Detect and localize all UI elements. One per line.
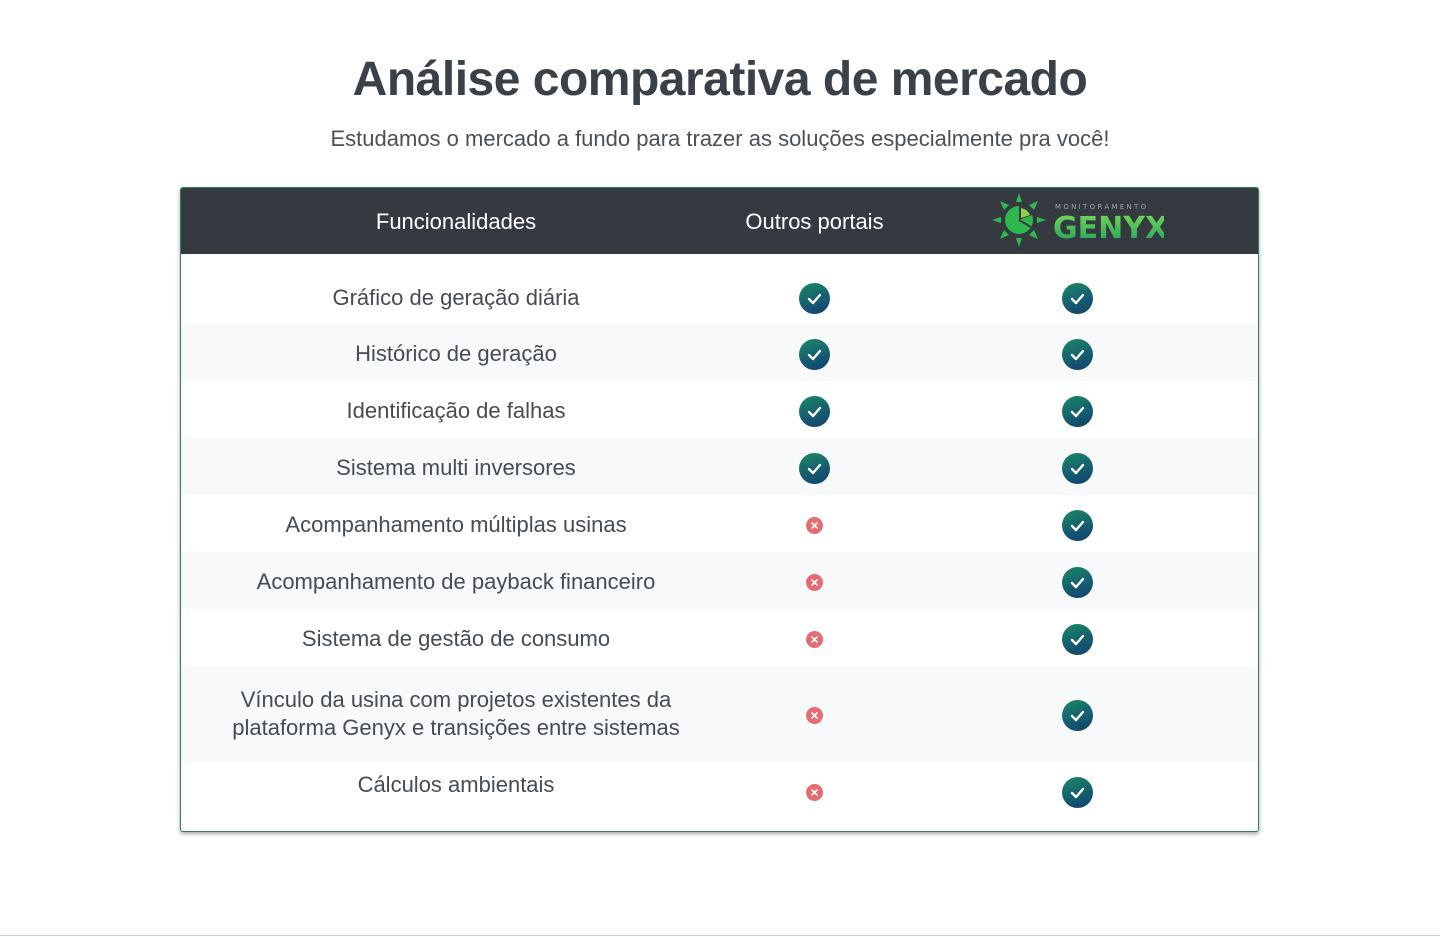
check-circle-icon bbox=[1061, 699, 1093, 731]
x-circle-icon bbox=[805, 516, 823, 534]
table-row: Acompanhamento múltiplas usinas bbox=[181, 495, 1258, 552]
feature-label: Vínculo da usina com projetos existentes… bbox=[181, 686, 731, 742]
sun-pie-icon: MONITORAMENTO GENYX bbox=[992, 193, 1168, 247]
feature-label-line: Vínculo da usina com projetos existentes… bbox=[240, 687, 672, 712]
others-mark bbox=[798, 395, 830, 427]
feature-label: Acompanhamento de payback financeiro bbox=[256, 569, 656, 594]
check-circle-icon bbox=[1061, 776, 1093, 808]
check-circle-icon bbox=[798, 338, 830, 370]
table-row: Histórico de geração bbox=[181, 324, 1258, 381]
x-circle-icon bbox=[805, 783, 823, 801]
genyx-mark bbox=[1061, 338, 1093, 370]
others-mark bbox=[798, 776, 830, 808]
table-row: Sistema multi inversores bbox=[181, 438, 1258, 495]
genyx-mark bbox=[1061, 282, 1093, 314]
feature-label: Cálculos ambientais bbox=[357, 772, 555, 797]
check-circle-icon bbox=[1061, 566, 1093, 598]
genyx-mark bbox=[1061, 566, 1093, 598]
others-mark bbox=[798, 699, 830, 731]
genyx-mark bbox=[1061, 395, 1093, 427]
check-circle-icon bbox=[1061, 623, 1093, 655]
x-circle-icon bbox=[805, 573, 823, 591]
table-row: Sistema de gestão de consumo bbox=[181, 609, 1258, 666]
table-row: Identificação de falhas bbox=[181, 381, 1258, 438]
feature-label-line: plataforma Genyx e transições entre sist… bbox=[232, 715, 680, 740]
column-header-features: Funcionalidades bbox=[375, 209, 537, 234]
genyx-mark bbox=[1061, 776, 1093, 808]
feature-label: Sistema de gestão de consumo bbox=[301, 626, 611, 651]
logo-brand: GENYX bbox=[1053, 211, 1164, 246]
x-circle-icon bbox=[805, 706, 823, 724]
table-row: Cálculos ambientais bbox=[181, 762, 1258, 831]
check-circle-icon bbox=[798, 282, 830, 314]
genyx-mark bbox=[1061, 452, 1093, 484]
table-body: Gráfico de geração diária Histórico de g… bbox=[181, 254, 1258, 831]
check-circle-icon bbox=[1061, 395, 1093, 427]
check-circle-icon bbox=[798, 452, 830, 484]
check-circle-icon bbox=[1061, 338, 1093, 370]
x-circle-icon bbox=[805, 630, 823, 648]
comparison-table: Funcionalidades Outros portais MONITORAM… bbox=[180, 187, 1259, 832]
feature-label: Identificação de falhas bbox=[346, 398, 566, 423]
page-title: Análise comparativa de mercado bbox=[352, 53, 1088, 106]
genyx-mark bbox=[1061, 699, 1093, 731]
others-mark bbox=[798, 338, 830, 370]
table-row: Acompanhamento de payback financeiro bbox=[181, 552, 1258, 609]
table-row: Gráfico de geração diária bbox=[181, 254, 1258, 324]
others-mark bbox=[798, 623, 830, 655]
logo-tagline: MONITORAMENTO bbox=[1055, 203, 1148, 211]
others-mark bbox=[798, 452, 830, 484]
genyx-logo: MONITORAMENTO GENYX bbox=[989, 192, 1168, 250]
check-circle-icon bbox=[798, 395, 830, 427]
table-row: Vínculo da usina com projetos existentes… bbox=[181, 666, 1258, 762]
feature-label: Acompanhamento múltiplas usinas bbox=[285, 512, 627, 537]
page-subtitle: Estudamos o mercado a fundo para trazer … bbox=[330, 126, 1110, 151]
table-header: Funcionalidades Outros portais MONITORAM… bbox=[181, 188, 1258, 254]
column-header-others: Outros portais bbox=[745, 209, 884, 234]
others-mark bbox=[798, 282, 830, 314]
others-mark bbox=[798, 509, 830, 541]
check-circle-icon bbox=[1061, 509, 1093, 541]
feature-label: Histórico de geração bbox=[355, 341, 557, 366]
check-circle-icon bbox=[1061, 452, 1093, 484]
check-circle-icon bbox=[1061, 282, 1093, 314]
genyx-mark bbox=[1061, 509, 1093, 541]
feature-label: Sistema multi inversores bbox=[336, 455, 576, 480]
genyx-mark bbox=[1061, 623, 1093, 655]
others-mark bbox=[798, 566, 830, 598]
section-divider bbox=[0, 935, 1440, 936]
feature-label: Gráfico de geração diária bbox=[332, 285, 580, 310]
